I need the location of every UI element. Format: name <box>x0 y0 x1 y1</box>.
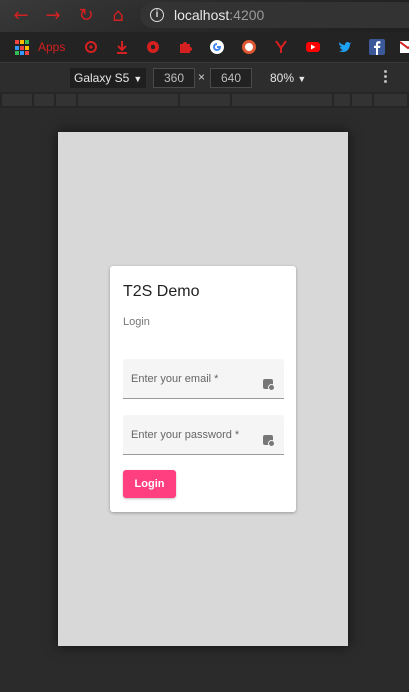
card-subtitle: Login <box>123 316 150 328</box>
email-input[interactable] <box>123 359 263 399</box>
info-icon[interactable]: i <box>150 8 164 22</box>
gear-icon[interactable] <box>83 39 99 55</box>
caret-down-icon: ▼ <box>133 74 143 84</box>
more-options-icon[interactable] <box>384 70 388 85</box>
url-text: localhost:4200 <box>174 7 265 23</box>
settings-icon[interactable] <box>145 39 161 55</box>
home-icon[interactable]: ⌂ <box>107 5 129 27</box>
bookmarks-bar: Apps <box>0 32 409 62</box>
password-input[interactable] <box>123 415 263 455</box>
forward-icon[interactable]: → <box>42 5 64 27</box>
facebook-icon[interactable] <box>369 39 385 55</box>
device-viewport: T2S Demo Login Login <box>58 132 348 646</box>
email-field <box>123 359 284 399</box>
browser-toolbar: ← → ↻ ⌂ i localhost:4200 <box>0 0 409 32</box>
login-button[interactable]: Login <box>123 470 176 498</box>
address-bar[interactable]: i localhost:4200 <box>140 2 409 28</box>
zoom-select[interactable]: 80% ▼ <box>270 68 306 89</box>
back-icon[interactable]: ← <box>10 5 32 27</box>
google-icon[interactable] <box>209 39 225 55</box>
y-icon[interactable] <box>273 39 289 55</box>
dimension-separator: × <box>198 70 206 84</box>
reload-icon[interactable]: ↻ <box>75 5 97 27</box>
account-card-icon <box>263 379 275 391</box>
youtube-icon[interactable] <box>305 39 321 55</box>
width-input[interactable]: 360 <box>153 68 195 88</box>
apps-bookmark[interactable]: Apps <box>38 40 65 54</box>
app-title: T2S Demo <box>123 283 200 300</box>
device-toolbar: Galaxy S5 ▼ 360 × 640 80% ▼ <box>0 62 409 92</box>
password-field <box>123 415 284 455</box>
apps-icon[interactable] <box>15 40 31 56</box>
caret-down-icon: ▼ <box>297 74 307 84</box>
gmail-icon[interactable] <box>400 39 409 55</box>
twitter-icon[interactable] <box>337 39 353 55</box>
download-icon[interactable] <box>114 39 130 55</box>
login-card: T2S Demo Login Login <box>110 266 296 512</box>
puzzle-icon[interactable] <box>177 39 193 55</box>
height-input[interactable]: 640 <box>210 68 252 88</box>
media-query-ruler <box>0 92 409 108</box>
account-card-icon <box>263 435 275 447</box>
duckduckgo-icon[interactable] <box>241 39 257 55</box>
device-select[interactable]: Galaxy S5 ▼ <box>70 68 147 88</box>
